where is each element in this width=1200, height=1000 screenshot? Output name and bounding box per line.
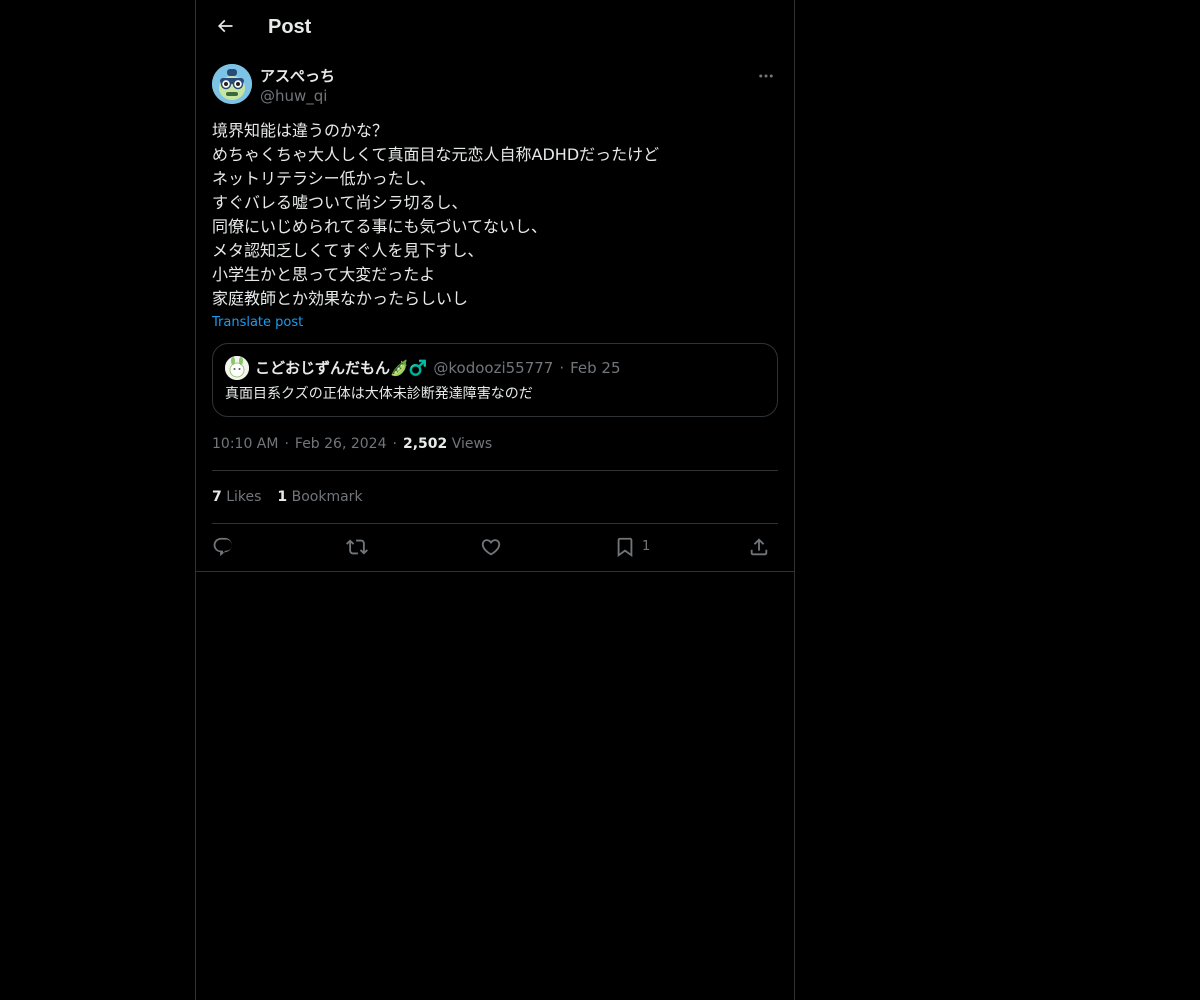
- bookmarks-stat[interactable]: 1 Bookmark: [277, 489, 362, 505]
- divider: [196, 571, 794, 572]
- post-time[interactable]: 10:10 AM: [212, 436, 278, 452]
- likes-label: Likes: [226, 489, 262, 505]
- bookmarks-label: Bookmark: [291, 489, 363, 505]
- separator-dot: ·: [284, 436, 289, 452]
- bookmark-icon: [617, 537, 633, 558]
- divider: [212, 523, 778, 524]
- quote-text: 真面目系クズの正体は大体未診断発達障害なのだ: [225, 386, 533, 402]
- more-icon: [759, 74, 773, 78]
- views-label: Views: [451, 436, 493, 452]
- back-arrow-icon: [217, 19, 233, 33]
- repost-button[interactable]: [346, 533, 368, 561]
- quote-handle: @kodoozi55777: [433, 359, 554, 377]
- page-header: Post: [196, 0, 794, 53]
- post-text-line: 同僚にいじめられてる事にも気づいてないし、: [212, 217, 548, 236]
- separator-dot: ·: [392, 436, 397, 452]
- avatar[interactable]: [212, 64, 252, 104]
- quote-avatar-image: [225, 356, 249, 380]
- post-column: Post アスぺっち @huw_qi 境界知能は違うのかな？ めちゃくちゃ大人し…: [195, 0, 795, 1000]
- post-stats: 7 Likes 1 Bookmark: [212, 486, 363, 508]
- translate-post-link[interactable]: Translate post: [212, 314, 303, 332]
- reply-button[interactable]: [212, 533, 234, 561]
- post-date[interactable]: Feb 26, 2024: [295, 436, 387, 452]
- post-text-line: メタ認知乏しくてすぐ人を見下すし、: [212, 241, 484, 260]
- quote-display-name: こどおじずんだもん🫛♂️: [255, 359, 428, 377]
- back-button[interactable]: [208, 9, 242, 43]
- quoted-post[interactable]: こどおじずんだもん🫛♂️ @kodoozi55777 · Feb 25 真面目系…: [212, 343, 778, 417]
- quote-avatar[interactable]: [225, 356, 249, 380]
- quote-date: Feb 25: [570, 359, 621, 377]
- likes-stat[interactable]: 7 Likes: [212, 489, 261, 505]
- post-text-line: 家庭教師とか効果なかったらしいし: [212, 289, 469, 308]
- post-text: 境界知能は違うのかな？ めちゃくちゃ大人しくて真面目な元恋人自称ADHDだったけ…: [212, 119, 778, 311]
- page-title: Post: [268, 16, 312, 38]
- author-handle[interactable]: @huw_qi: [260, 86, 327, 106]
- share-button[interactable]: [748, 533, 770, 561]
- repost-icon: [346, 539, 368, 555]
- post-metadata: 10:10 AM · Feb 26, 2024 · 2,502 Views: [212, 433, 492, 455]
- post-text-line: 境界知能は違うのかな？: [212, 121, 389, 140]
- bookmark-button[interactable]: 1: [614, 533, 650, 561]
- post-text-line: ネットリテラシー低かったし、: [212, 169, 436, 188]
- separator-dot: ·: [559, 359, 565, 377]
- bookmark-count: 1: [642, 539, 651, 554]
- avatar-image: [212, 64, 252, 104]
- more-options-button[interactable]: [754, 64, 778, 88]
- quote-header: こどおじずんだもん🫛♂️ @kodoozi55777 · Feb 25: [255, 357, 621, 379]
- like-icon: [481, 539, 501, 556]
- bookmarks-count: 1: [277, 489, 288, 505]
- post-text-line: すぐバレる嘘ついて尚シラ切るし、: [212, 193, 468, 212]
- like-button[interactable]: [480, 533, 502, 561]
- views-count: 2,502: [402, 436, 448, 452]
- post-text-line: 小学生かと思って大変だったよ: [212, 265, 436, 284]
- share-icon: [750, 538, 768, 556]
- action-bar: 1: [212, 533, 778, 561]
- post-text-line: めちゃくちゃ大人しくて真面目な元恋人自称ADHDだったけど: [212, 145, 660, 164]
- reply-icon: [213, 537, 232, 557]
- divider: [212, 470, 778, 471]
- post-author: アスぺっち @huw_qi: [212, 64, 778, 108]
- likes-count: 7: [212, 489, 222, 505]
- author-display-name[interactable]: アスぺっち: [260, 66, 335, 86]
